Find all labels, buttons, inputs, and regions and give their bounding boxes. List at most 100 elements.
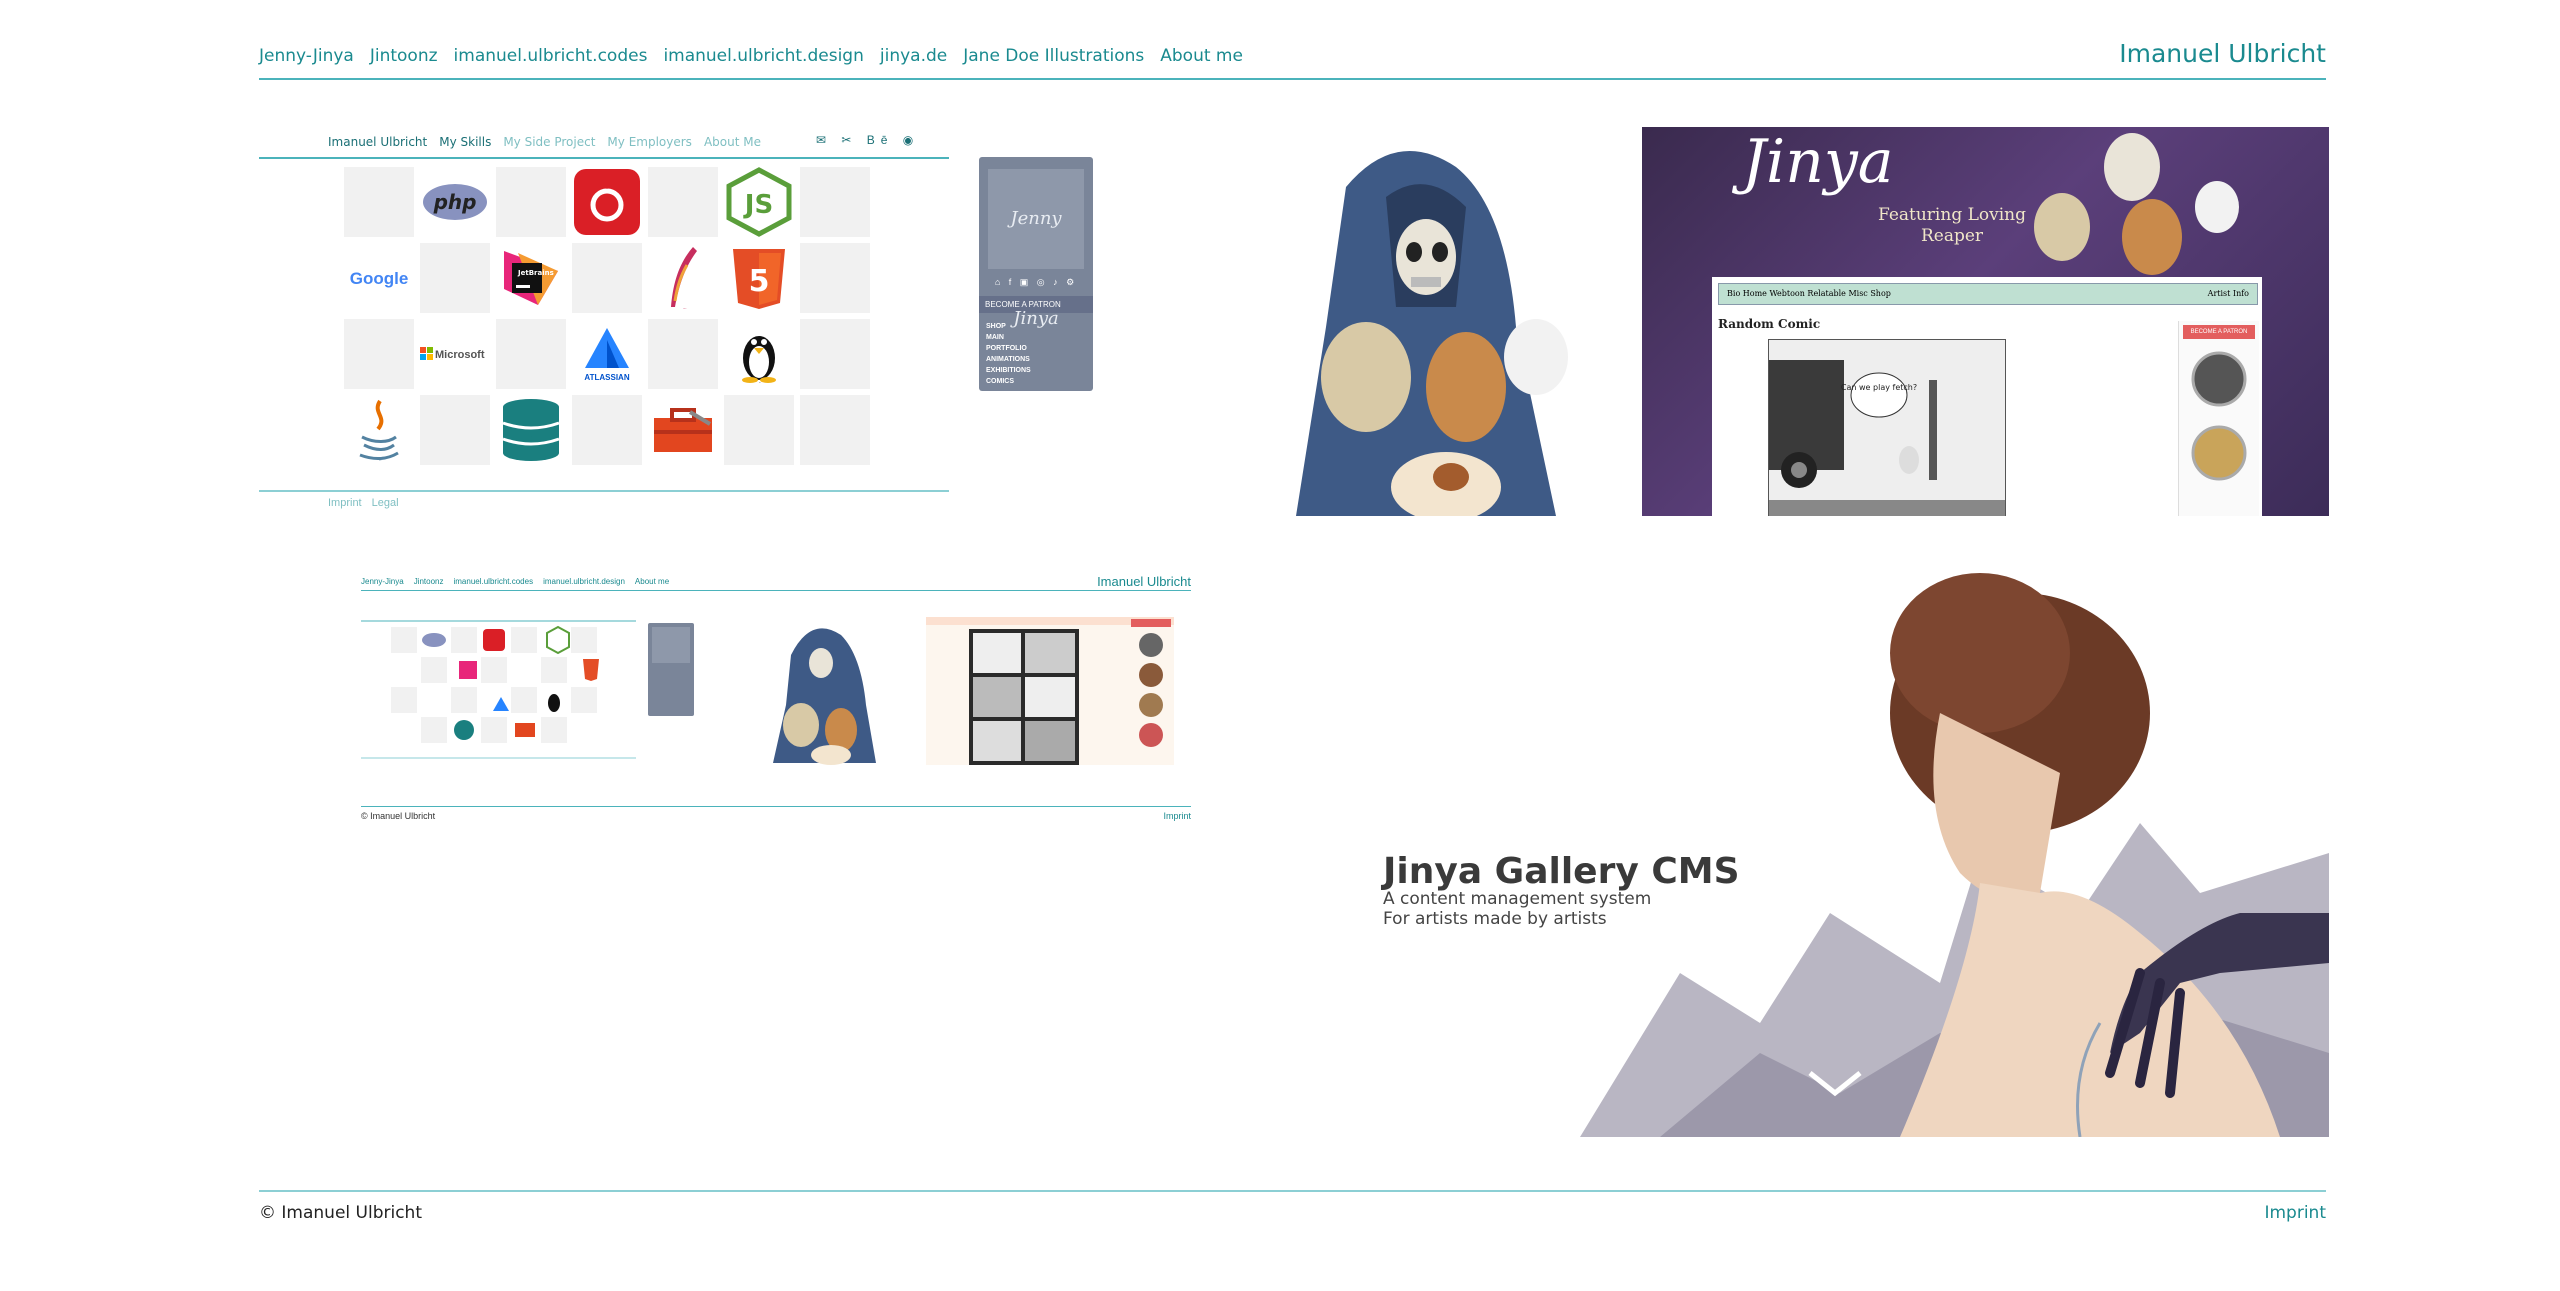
jetbrains-icon: JetBrains bbox=[496, 243, 566, 313]
svg-text:JS: JS bbox=[743, 190, 773, 220]
preview-copyright: © Imanuel Ulbricht bbox=[361, 811, 436, 821]
svg-text:ATLASSIAN: ATLASSIAN bbox=[584, 373, 629, 382]
jenny-jinya-website-screenshot: Jinya Featuring Loving Reaper Bio Home W… bbox=[1642, 127, 2329, 516]
svg-text:Toolbox: Toolbox bbox=[683, 447, 687, 449]
mini-footer-rule bbox=[259, 490, 949, 492]
nav-link-jinya-de[interactable]: jinya.de bbox=[880, 46, 947, 66]
skill-cell-empty bbox=[496, 167, 566, 237]
project-tile-jenny-jinya[interactable]: Jinya Featuring Loving Reaper Bio Home W… bbox=[1256, 127, 2329, 516]
jinya-signature: Jenny Jinya bbox=[988, 169, 1084, 329]
svg-text:Tux: Tux bbox=[759, 382, 761, 384]
skill-cell-empty bbox=[800, 243, 870, 313]
become-patron-button: BECOME A PATRON bbox=[2183, 325, 2255, 339]
microsoft-logo-icon: Microsoft bbox=[420, 319, 490, 389]
creative-cloud-icon: CC bbox=[572, 167, 642, 237]
database-icon: DB bbox=[496, 395, 566, 465]
skill-cell-empty bbox=[344, 319, 414, 389]
mini-nav-item: My Skills bbox=[439, 135, 492, 149]
nav-link-jintoonz[interactable]: Jintoonz bbox=[370, 46, 438, 66]
main-nav: Jenny-Jinya Jintoonz imanuel.ulbricht.co… bbox=[259, 46, 1243, 66]
project-tile-jinya-gallery-cms[interactable]: Jinya Gallery CMS A content management s… bbox=[1380, 553, 2329, 1137]
svg-text:Microsoft: Microsoft bbox=[435, 349, 485, 361]
mini-nav-item: Imanuel Ulbricht bbox=[328, 135, 428, 149]
project-tile-skills[interactable]: Imanuel Ulbricht My Skills My Side Proje… bbox=[259, 127, 949, 512]
skill-cell-empty bbox=[344, 167, 414, 237]
random-comic-heading: Random Comic bbox=[1718, 317, 1821, 331]
sidebar-menu-item: COMICS bbox=[986, 378, 1014, 385]
java-icon: Java bbox=[344, 395, 414, 465]
jinya-cms-title: Jinya Gallery CMS bbox=[1383, 851, 1740, 892]
skill-cell-empty bbox=[420, 395, 490, 465]
svg-text:Can we play fetch?: Can we play fetch? bbox=[1841, 383, 1917, 392]
svg-text:feather: feather bbox=[683, 307, 687, 310]
imprint-link[interactable]: Imprint bbox=[2264, 1203, 2326, 1223]
mini-nav: Imanuel Ulbricht My Skills My Side Proje… bbox=[328, 135, 761, 149]
mini-nav-item: About Me bbox=[703, 135, 761, 149]
google-logo-icon: Google bbox=[344, 243, 414, 313]
site-header: Jenny-Jinya Jintoonz imanuel.ulbricht.co… bbox=[259, 36, 2326, 80]
preview-nav-item: imanuel.ulbricht.design bbox=[543, 577, 625, 586]
preview-nav: Jenny-Jinya Jintoonz imanuel.ulbricht.co… bbox=[361, 577, 669, 586]
nav-link-design[interactable]: imanuel.ulbricht.design bbox=[663, 46, 863, 66]
jinya-cms-subtitle-line: For artists made by artists bbox=[1383, 909, 1607, 929]
preview-nav-item: imanuel.ulbricht.codes bbox=[453, 577, 534, 586]
mini-footer-links: Imprint Legal bbox=[328, 497, 399, 509]
skill-cell-empty bbox=[724, 395, 794, 465]
project-tile-site-preview[interactable]: Jenny-Jinya Jintoonz imanuel.ulbricht.co… bbox=[361, 570, 1191, 825]
comic-site-nav: Bio Home Webtoon Relatable Misc Shop Art… bbox=[1718, 283, 2258, 305]
comic-site-sidebar: BECOME A PATRON bbox=[2178, 321, 2259, 516]
preview-nav-item: Jenny-Jinya bbox=[361, 577, 404, 586]
nav-link-about-me[interactable]: About me bbox=[1160, 46, 1243, 66]
svg-text:Java: Java bbox=[379, 460, 382, 462]
skills-grid: php CC JS Google JetBrains feather 5 Mic… bbox=[344, 167, 870, 465]
apache-feather-icon: feather bbox=[648, 243, 718, 313]
preview-footer-rule bbox=[361, 806, 1191, 807]
reaper-illustration bbox=[1256, 127, 1642, 516]
preview-nav-item: About me bbox=[634, 577, 670, 586]
skill-cell-empty bbox=[648, 167, 718, 237]
site-copyright: © Imanuel Ulbricht bbox=[259, 1203, 422, 1223]
comic-panel: Can we play fetch? bbox=[1768, 339, 2006, 516]
svg-text:5: 5 bbox=[749, 264, 770, 299]
preview-imprint-link: Imprint bbox=[1163, 811, 1191, 821]
html5-icon: 5 bbox=[724, 243, 794, 313]
sidebar-social-icons: ⌂ f ▣ ◎ ♪ ⚙ bbox=[994, 277, 1078, 287]
skill-cell-empty bbox=[648, 319, 718, 389]
comic-website-window: Bio Home Webtoon Relatable Misc Shop Art… bbox=[1712, 277, 2262, 516]
svg-text:php: php bbox=[433, 190, 477, 214]
mini-nav-item: My Employers bbox=[607, 135, 692, 149]
preview-thumbnails bbox=[361, 615, 1174, 765]
skill-cell-empty bbox=[572, 243, 642, 313]
jinya-cms-subtitle: A content management system For artists … bbox=[1383, 889, 1651, 929]
skill-cell-empty bbox=[420, 243, 490, 313]
svg-text:JetBrains: JetBrains bbox=[517, 269, 554, 277]
mini-nav-item: My Side Project bbox=[503, 135, 596, 149]
skill-cell-empty bbox=[800, 319, 870, 389]
linux-tux-icon: Tux bbox=[724, 319, 794, 389]
skill-cell-empty bbox=[800, 167, 870, 237]
mini-footer-link: Legal bbox=[371, 497, 399, 509]
artist-info-link: Artist Info bbox=[2207, 289, 2249, 298]
preview-brand: Imanuel Ulbricht bbox=[1097, 574, 1191, 589]
skill-cell-empty bbox=[496, 319, 566, 389]
nav-link-jane-doe[interactable]: Jane Doe Illustrations bbox=[963, 46, 1144, 66]
jinya-cms-hero-illustration bbox=[1380, 553, 2329, 1137]
skill-cell-empty bbox=[800, 395, 870, 465]
svg-text:Google: Google bbox=[350, 269, 409, 288]
php-logo-icon: php bbox=[420, 167, 490, 237]
site-brand[interactable]: Imanuel Ulbricht bbox=[2119, 39, 2326, 68]
preview-nav-item: Jintoonz bbox=[413, 577, 444, 586]
jinya-script-logo: Jinya bbox=[1742, 127, 1894, 197]
site-footer-rule bbox=[259, 1190, 2326, 1192]
toolbox-icon: Toolbox bbox=[648, 395, 718, 465]
nav-link-codes[interactable]: imanuel.ulbricht.codes bbox=[454, 46, 648, 66]
nodejs-icon: JS bbox=[724, 167, 794, 237]
comic-site-nav-links: Bio Home Webtoon Relatable Misc Shop bbox=[1727, 289, 1891, 298]
skill-cell-empty bbox=[572, 395, 642, 465]
mini-footer-link: Imprint bbox=[328, 497, 362, 509]
jinya-cms-subtitle-line: A content management system bbox=[1383, 889, 1652, 909]
project-tile-patreon-sidebar[interactable]: Jenny Jinya ⌂ f ▣ ◎ ♪ ⚙ BECOME A PATRON … bbox=[979, 157, 1093, 391]
atlassian-icon: ATLASSIAN bbox=[572, 319, 642, 389]
mini-social-icons: ✉ ✂ Bē ◉ bbox=[816, 133, 920, 147]
nav-link-jenny-jinya[interactable]: Jenny-Jinya bbox=[259, 46, 354, 66]
